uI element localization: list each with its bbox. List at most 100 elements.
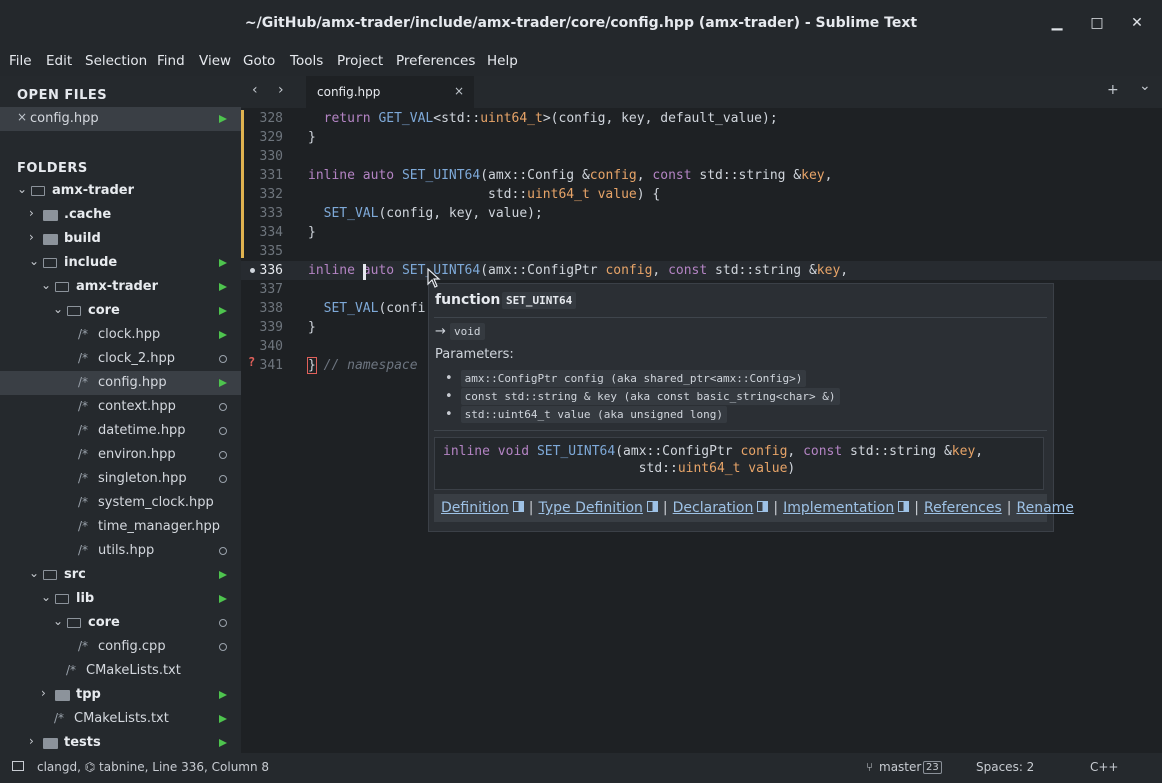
file-item[interactable]: /* config.hpp bbox=[0, 371, 241, 395]
menu-edit[interactable]: Edit bbox=[46, 53, 72, 69]
menu-file[interactable]: File bbox=[9, 53, 32, 69]
indentation-setting[interactable]: Spaces: 2 bbox=[976, 760, 1034, 774]
chevron-right-icon[interactable]: › bbox=[41, 686, 46, 700]
folder-label: amx-trader bbox=[52, 183, 135, 198]
folder-item[interactable]: ⌄ core bbox=[0, 611, 241, 635]
folder-item[interactable]: ⌄ amx-trader bbox=[0, 179, 241, 203]
text-cursor bbox=[363, 264, 366, 280]
file-item[interactable]: /* CMakeLists.txt bbox=[0, 707, 241, 731]
file-label: system_clock.hpp bbox=[98, 495, 214, 510]
syntax-setting[interactable]: C++ bbox=[1090, 760, 1119, 774]
file-item[interactable]: /* utils.hpp bbox=[0, 539, 241, 563]
chevron-down-icon[interactable]: ⌄ bbox=[17, 182, 27, 196]
back-icon[interactable]: ‹ bbox=[252, 82, 258, 98]
return-type: void bbox=[450, 323, 485, 340]
link-implementation[interactable]: Implementation bbox=[783, 500, 894, 516]
parameter-list: amx::ConfigPtr config (aka shared_ptr<am… bbox=[445, 370, 840, 425]
link-type-definition[interactable]: Type Definition bbox=[539, 500, 643, 516]
split-view-icon[interactable] bbox=[757, 501, 769, 512]
menu-preferences[interactable]: Preferences bbox=[396, 53, 475, 69]
folder-icon bbox=[43, 210, 58, 221]
git-branch[interactable]: master bbox=[879, 760, 921, 774]
code-line: std::uint64_t value) { bbox=[308, 187, 661, 202]
chevron-right-icon[interactable]: › bbox=[29, 734, 34, 748]
file-item[interactable]: /* context.hpp bbox=[0, 395, 241, 419]
chevron-down-icon[interactable]: ⌄ bbox=[53, 302, 63, 316]
folder-item[interactable]: ⌄ include bbox=[0, 251, 241, 275]
folder-label: tests bbox=[64, 735, 101, 750]
folder-item[interactable]: › tests bbox=[0, 731, 241, 753]
file-item[interactable]: /* clock_2.hpp bbox=[0, 347, 241, 371]
parameter-item: std::uint64_t value (aka unsigned long) bbox=[445, 406, 840, 423]
chevron-right-icon[interactable]: › bbox=[29, 206, 34, 220]
folder-item[interactable]: › .cache bbox=[0, 203, 241, 227]
folder-item[interactable]: ⌄ lib bbox=[0, 587, 241, 611]
menu-view[interactable]: View bbox=[199, 53, 231, 69]
menu-project[interactable]: Project bbox=[337, 53, 383, 69]
file-item[interactable]: /* clock.hpp bbox=[0, 323, 241, 347]
chevron-right-icon[interactable]: › bbox=[29, 230, 34, 244]
file-item[interactable]: /* config.cpp bbox=[0, 635, 241, 659]
symbol-name: SET_UINT64 bbox=[502, 292, 577, 309]
git-modified-icon bbox=[219, 691, 227, 699]
close-button[interactable]: ✕ bbox=[1128, 14, 1146, 32]
folder-icon bbox=[43, 258, 57, 268]
chevron-down-icon[interactable]: ⌄ bbox=[29, 254, 39, 268]
folder-label: .cache bbox=[64, 207, 112, 222]
code-line: } bbox=[308, 130, 316, 145]
split-view-icon[interactable] bbox=[646, 501, 658, 512]
file-label: environ.hpp bbox=[98, 447, 176, 462]
link-definition[interactable]: Definition bbox=[441, 500, 509, 516]
folder-item[interactable]: › tpp bbox=[0, 683, 241, 707]
file-item[interactable]: /* system_clock.hpp bbox=[0, 491, 241, 515]
chevron-down-icon[interactable]: ⌄ bbox=[41, 278, 51, 292]
chevron-down-icon[interactable]: ⌄ bbox=[29, 566, 39, 580]
sidebar: OPEN FILES × config.hpp FOLDERS ⌄ amx-tra… bbox=[0, 76, 241, 753]
close-file-icon[interactable]: × bbox=[17, 110, 27, 124]
tab-list-icon[interactable]: ⌄ bbox=[1139, 78, 1151, 94]
git-untracked-icon bbox=[219, 355, 227, 363]
open-file-item[interactable]: × config.hpp bbox=[0, 107, 241, 131]
file-item[interactable]: /* time_manager.hpp bbox=[0, 515, 241, 539]
git-modified-icon bbox=[219, 283, 227, 291]
menu-find[interactable]: Find bbox=[157, 53, 185, 69]
minimize-button[interactable]: ▁ bbox=[1048, 14, 1066, 32]
folder-item[interactable]: ⌄ amx-trader bbox=[0, 275, 241, 299]
file-label: CMakeLists.txt bbox=[74, 711, 169, 726]
forward-icon[interactable]: › bbox=[278, 82, 284, 98]
folder-label: core bbox=[88, 303, 120, 318]
split-view-icon[interactable] bbox=[512, 501, 524, 512]
line-number: 332 bbox=[259, 187, 283, 202]
menu-selection[interactable]: Selection bbox=[85, 53, 147, 69]
menu-goto[interactable]: Goto bbox=[243, 53, 275, 69]
tab-close-icon[interactable]: × bbox=[454, 84, 464, 98]
folder-item[interactable]: ⌄ core bbox=[0, 299, 241, 323]
split-view-icon[interactable] bbox=[898, 501, 910, 512]
menu-help[interactable]: Help bbox=[487, 53, 518, 69]
link-declaration[interactable]: Declaration bbox=[673, 500, 754, 516]
tab-label: config.hpp bbox=[317, 85, 381, 99]
symbol-kind: function bbox=[435, 292, 501, 308]
link-references[interactable]: References bbox=[924, 500, 1002, 516]
tab-config-hpp[interactable]: config.hpp × bbox=[306, 76, 474, 108]
link-rename[interactable]: Rename bbox=[1016, 500, 1073, 516]
parameter-item: const std::string & key (aka const basic… bbox=[445, 388, 840, 405]
tab-bar: ‹ › config.hpp × + ⌄ bbox=[241, 76, 1162, 108]
file-item[interactable]: /* datetime.hpp bbox=[0, 419, 241, 443]
code-line: } bbox=[308, 320, 316, 335]
file-icon: /* bbox=[78, 519, 89, 533]
file-item[interactable]: /* CMakeLists.txt bbox=[0, 659, 241, 683]
file-item[interactable]: /* environ.hpp bbox=[0, 443, 241, 467]
maximize-button[interactable]: □ bbox=[1088, 14, 1106, 32]
chevron-down-icon[interactable]: ⌄ bbox=[53, 614, 63, 628]
sidebar-toggle-icon[interactable] bbox=[12, 761, 24, 771]
folder-item[interactable]: › build bbox=[0, 227, 241, 251]
file-item[interactable]: /* singleton.hpp bbox=[0, 467, 241, 491]
mouse-pointer-icon bbox=[427, 268, 441, 288]
git-modified-icon bbox=[219, 259, 227, 267]
chevron-down-icon[interactable]: ⌄ bbox=[41, 590, 51, 604]
folder-item[interactable]: ⌄ src bbox=[0, 563, 241, 587]
new-tab-icon[interactable]: + bbox=[1107, 82, 1119, 98]
menu-tools[interactable]: Tools bbox=[290, 53, 323, 69]
line-number: 336 bbox=[259, 263, 283, 278]
